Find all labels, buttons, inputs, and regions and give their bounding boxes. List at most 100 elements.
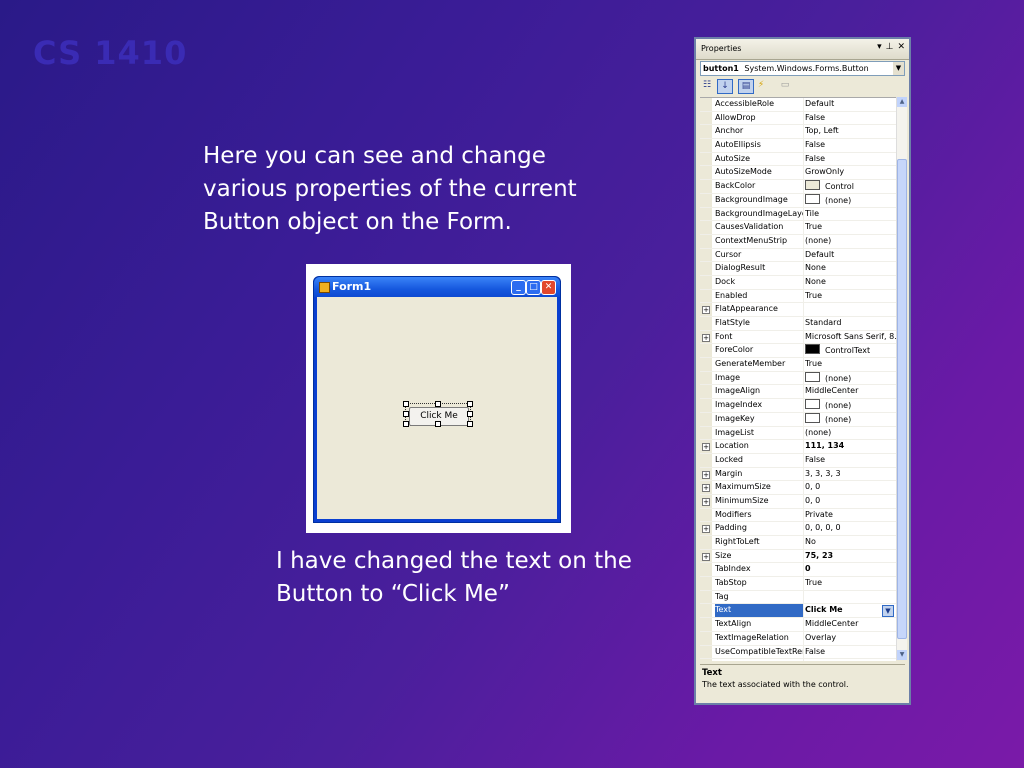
properties-icon[interactable]: ▤ [738, 79, 754, 94]
property-row[interactable]: + Padding 0, 0, 0, 0 [700, 522, 896, 536]
property-value[interactable]: MiddleCenter [805, 618, 896, 631]
property-value[interactable]: (none) [805, 399, 896, 413]
property-value[interactable]: Top, Left [805, 125, 896, 138]
property-value[interactable]: Overlay [805, 632, 896, 645]
property-row[interactable]: TabIndex 0 [700, 563, 896, 578]
resize-handle[interactable] [403, 421, 409, 427]
property-row[interactable]: + Margin 3, 3, 3, 3 [700, 467, 896, 482]
property-row[interactable]: DialogResult None [700, 262, 896, 276]
property-value[interactable]: (none) [805, 235, 896, 248]
property-row[interactable]: AccessibleRole Default [700, 98, 896, 112]
property-value[interactable]: (none) [805, 193, 896, 208]
form-titlebar[interactable]: Form1 _ □ ✕ [314, 277, 560, 297]
property-row[interactable]: TabStop True [700, 577, 896, 591]
property-row[interactable]: TextAlign MiddleCenter [700, 618, 896, 632]
property-row[interactable]: AutoSizeMode GrowOnly [700, 166, 896, 181]
property-value[interactable]: 75, 23 [805, 550, 896, 563]
property-value[interactable]: False [805, 646, 896, 659]
property-value[interactable]: 0, 0 [805, 481, 896, 494]
property-grid-scrollbar[interactable]: ▲ ▼ [896, 97, 907, 660]
property-value[interactable]: False [805, 112, 896, 125]
property-row[interactable]: Tag [700, 590, 896, 605]
property-row[interactable]: UseMnemonicTrue [700, 659, 896, 661]
property-row[interactable]: Anchor Top, Left [700, 125, 896, 140]
property-value[interactable]: MiddleCenter [805, 385, 896, 398]
property-value[interactable]: No [805, 536, 896, 549]
property-row[interactable]: TextImageRelation Overlay [700, 631, 896, 646]
expand-icon[interactable]: + [702, 497, 710, 506]
property-value[interactable]: True [805, 290, 896, 303]
property-row[interactable]: UseCompatibleTextRend False [700, 645, 896, 660]
minimize-icon[interactable]: _ [511, 280, 526, 295]
property-row[interactable]: AllowDrop False [700, 111, 896, 126]
expand-icon[interactable]: + [702, 525, 710, 534]
resize-handle[interactable] [435, 401, 441, 407]
property-value[interactable]: Control [805, 180, 896, 194]
property-row[interactable]: BackgroundImage (none) [700, 193, 896, 208]
property-row[interactable]: Cursor Default [700, 248, 896, 263]
expand-icon[interactable]: + [702, 484, 710, 493]
property-value[interactable]: ControlText [805, 344, 896, 358]
property-value[interactable]: Private [805, 509, 896, 522]
property-row[interactable]: CausesValidation True [700, 221, 896, 235]
expand-icon[interactable]: + [702, 552, 710, 561]
property-row[interactable]: RightToLeft No [700, 536, 896, 550]
property-row[interactable]: + Size 75, 23 [700, 549, 896, 564]
property-value[interactable]: Default [805, 98, 896, 111]
property-row[interactable]: + MinimumSize 0, 0 [700, 494, 896, 509]
expand-icon[interactable]: + [702, 306, 710, 315]
property-value[interactable]: True [805, 358, 896, 371]
resize-handle[interactable] [467, 411, 473, 417]
close-icon[interactable]: ✕ [541, 280, 556, 295]
property-row[interactable]: + Location 111, 134 [700, 440, 896, 454]
property-value[interactable]: (none) [805, 427, 896, 440]
property-value[interactable]: None [805, 276, 896, 289]
categorized-icon[interactable]: ☷ [700, 79, 714, 92]
property-row[interactable]: Text Click Me ▼ [700, 604, 896, 619]
property-row[interactable]: FlatStyle Standard [700, 317, 896, 331]
close-icon[interactable]: ✕ [897, 42, 905, 52]
scroll-thumb[interactable] [897, 159, 907, 639]
property-row[interactable]: ImageIndex (none) [700, 399, 896, 413]
resize-handle[interactable] [467, 421, 473, 427]
events-icon[interactable]: ⚡ [754, 79, 768, 92]
property-row[interactable]: ImageKey (none) [700, 412, 896, 427]
scroll-down-icon[interactable]: ▼ [897, 650, 907, 660]
alphabetical-icon[interactable]: ↓ [717, 79, 733, 94]
property-row[interactable]: GenerateMember True [700, 358, 896, 372]
property-row[interactable]: + FontMicrosoft Sans Serif, 8.25 [700, 330, 896, 345]
property-value[interactable]: (none) [805, 371, 896, 386]
property-row[interactable]: AutoSize False [700, 152, 896, 167]
property-value[interactable]: Standard [805, 317, 896, 330]
property-value[interactable]: False [805, 139, 896, 152]
pin-icon[interactable]: ⊥ [886, 42, 894, 52]
property-value[interactable]: True [805, 221, 896, 234]
property-value[interactable]: True [805, 659, 896, 661]
property-row[interactable]: ImageAlign MiddleCenter [700, 385, 896, 400]
property-row[interactable]: Enabled True [700, 289, 896, 304]
property-row[interactable]: AutoEllipsis False [700, 139, 896, 153]
value-dropdown-icon[interactable]: ▼ [882, 605, 894, 618]
maximize-icon[interactable]: □ [526, 280, 541, 295]
property-value[interactable]: 0 [805, 563, 896, 576]
property-row[interactable]: + MaximumSize 0, 0 [700, 481, 896, 495]
property-value[interactable]: GrowOnly [805, 166, 896, 179]
property-row[interactable]: Image (none) [700, 371, 896, 386]
expand-icon[interactable]: + [702, 333, 710, 342]
resize-handle[interactable] [403, 401, 409, 407]
expand-icon[interactable]: + [702, 443, 710, 452]
property-row[interactable]: Locked False [700, 453, 896, 468]
property-row[interactable]: Modifiers Private [700, 508, 896, 523]
dropdown-arrow-icon[interactable]: ▾ [877, 42, 882, 52]
chevron-down-icon[interactable]: ▼ [893, 62, 904, 75]
expand-icon[interactable]: + [702, 470, 710, 479]
property-pages-icon[interactable]: ▭ [778, 79, 792, 92]
property-value[interactable]: None [805, 262, 896, 275]
property-row[interactable]: BackColor Control [700, 180, 896, 194]
property-value[interactable]: False [805, 454, 896, 467]
property-value[interactable]: 111, 134 [805, 440, 896, 453]
resize-handle[interactable] [403, 411, 409, 417]
property-value[interactable]: 0, 0 [805, 495, 896, 508]
property-row[interactable]: BackgroundImageLayou Tile [700, 207, 896, 222]
object-selector[interactable]: button1 System.Windows.Forms.Button ▼ [700, 61, 905, 76]
